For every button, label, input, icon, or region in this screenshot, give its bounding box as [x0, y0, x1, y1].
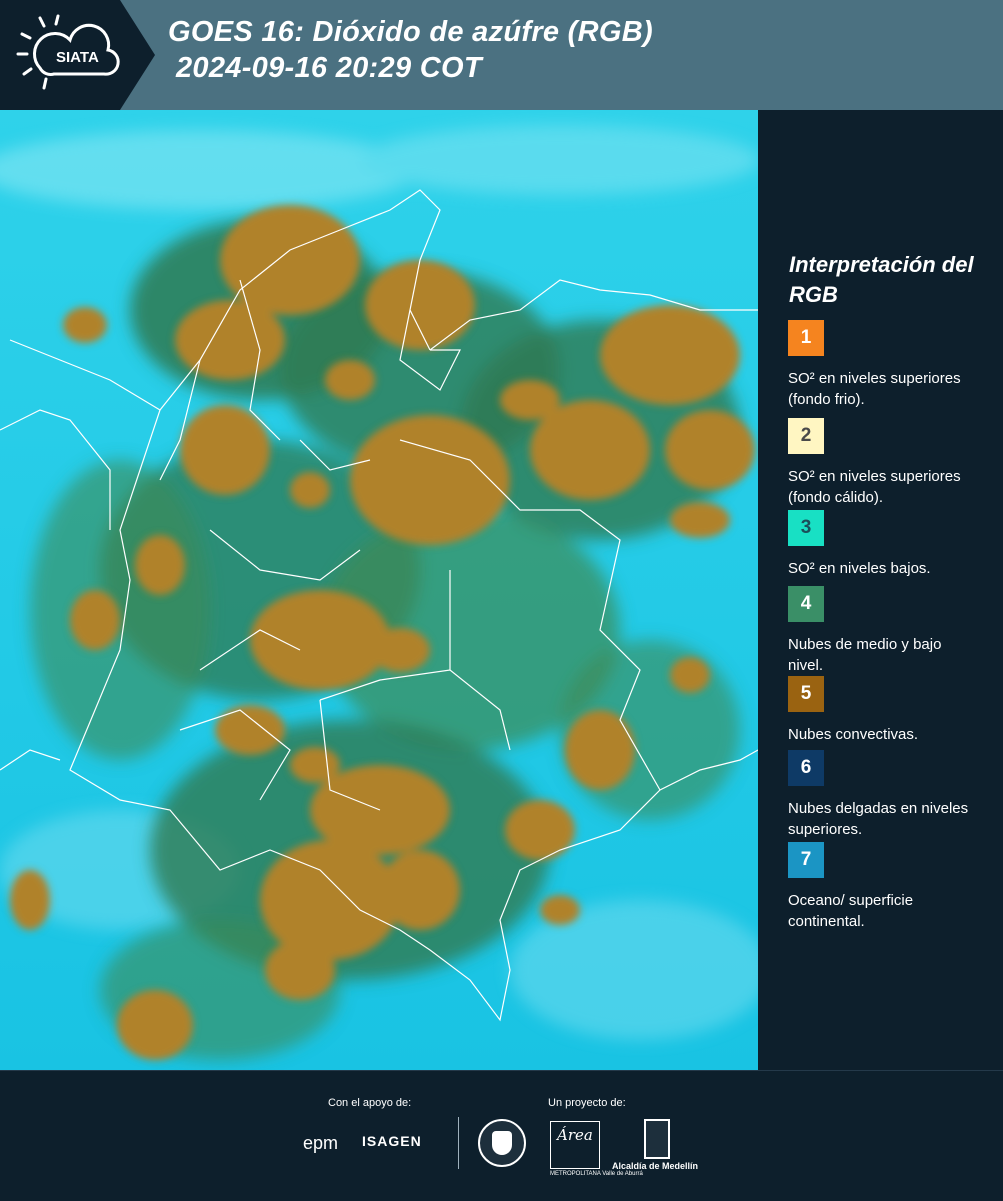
siata-logo[interactable]: SIATA [0, 0, 155, 110]
legend-label-6: Nubes delgadas en niveles superiores. [788, 800, 969, 838]
alcaldia-medellin-logo[interactable]: Alcaldía de Medellín [612, 1161, 698, 1171]
legend-panel: Interpretación del RGB 1 SO² en niveles … [758, 110, 1003, 1070]
project-label: Un proyecto de: [548, 1097, 626, 1109]
isagen-logo[interactable]: ISAGEN [362, 1133, 422, 1149]
legend-item-5: 5 Nubes convectivas. [788, 676, 988, 745]
legend-item-4: 4 Nubes de medio y bajo nivel. [788, 586, 988, 676]
legend-label-3: SO² en niveles bajos. [788, 560, 931, 577]
footer: Con el apoyo de: Un proyecto de: epm ISA… [0, 1070, 1003, 1201]
legend-swatch-4: 4 [788, 586, 824, 622]
satellite-map[interactable] [0, 110, 758, 1070]
legend-label-5: Nubes convectivas. [788, 726, 919, 743]
epm-logo[interactable]: epm [303, 1133, 338, 1154]
title-product: GOES 16: Dióxido de azúfre (RGB) [168, 16, 653, 48]
legend-swatch-5: 5 [788, 676, 824, 712]
legend-swatch-2: 2 [788, 418, 824, 454]
area-logo-text: Área [557, 1126, 593, 1144]
legend-swatch-3: 3 [788, 510, 824, 546]
area-metropolitana-subtitle: METROPOLITANA Valle de Aburrá [550, 1171, 643, 1177]
header-bar: SIATA GOES 16: Dióxido de azúfre (RGB) 2… [0, 0, 1003, 110]
legend-item-3: 3 SO² en niveles bajos. [788, 510, 988, 579]
legend-swatch-7: 7 [788, 842, 824, 878]
siata-logo-text: SIATA [56, 49, 99, 66]
legend-label-7: Oceano/ superficie continental. [788, 892, 914, 930]
page-title: GOES 16: Dióxido de azúfre (RGB) 2024-09… [168, 14, 653, 86]
legend-item-6: 6 Nubes delgadas en niveles superiores. [788, 750, 988, 840]
footer-divider [458, 1117, 459, 1169]
legend-label-4: Nubes de medio y bajo nivel. [788, 636, 942, 674]
legend-label-1: SO² en niveles superiores (fondo frio). [788, 370, 961, 408]
legend-swatch-6: 6 [788, 750, 824, 786]
alcaldia-crest-icon[interactable] [644, 1119, 670, 1159]
support-label: Con el apoyo de: [328, 1097, 412, 1109]
area-metropolitana-logo[interactable]: Área [550, 1121, 600, 1169]
legend-swatch-1: 1 [788, 320, 824, 356]
title-datetime: 2024-09-16 20:29 COT [176, 52, 482, 84]
legend-item-2: 2 SO² en niveles superiores (fondo cálid… [788, 418, 988, 508]
legend-title: Interpretación del RGB [789, 252, 974, 307]
legend-item-7: 7 Oceano/ superficie continental. [788, 842, 988, 932]
medellin-seal-logo[interactable] [478, 1119, 526, 1167]
legend-label-2: SO² en niveles superiores (fondo cálido)… [788, 468, 961, 506]
legend-item-1: 1 SO² en niveles superiores (fondo frio)… [788, 320, 988, 410]
